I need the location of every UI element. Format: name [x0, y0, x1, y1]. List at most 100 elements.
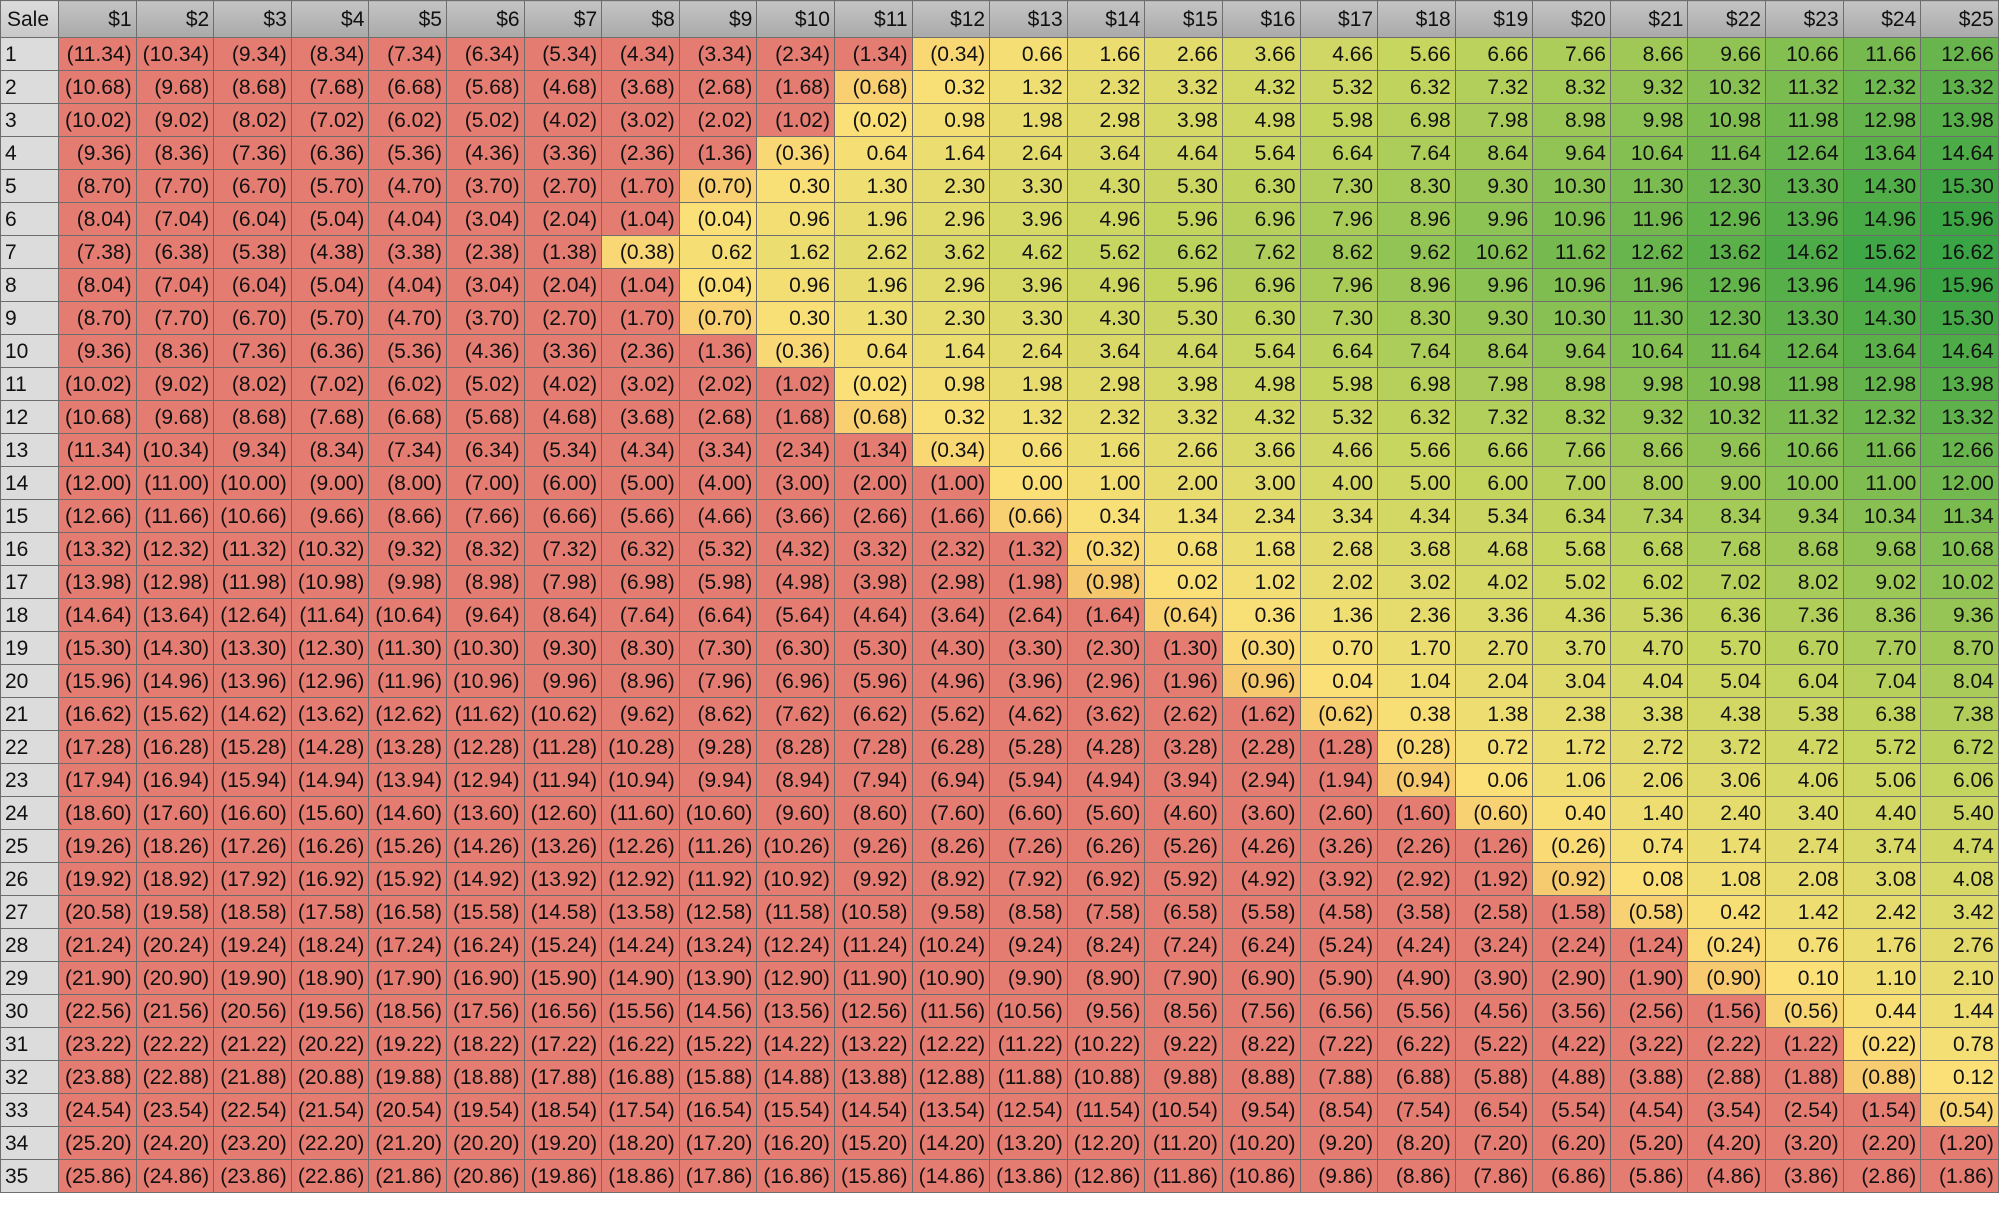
grid-cell[interactable]: 4.66: [1299, 37, 1379, 71]
grid-cell[interactable]: (5.54): [1532, 1093, 1611, 1127]
grid-cell[interactable]: 8.02: [1765, 565, 1844, 599]
grid-cell[interactable]: (1.34): [833, 37, 913, 71]
grid-cell[interactable]: 11.30: [1609, 301, 1689, 335]
grid-cell[interactable]: (2.38): [445, 235, 525, 269]
grid-cell[interactable]: (13.26): [523, 829, 603, 863]
grid-cell[interactable]: (14.30): [135, 631, 215, 665]
grid-cell[interactable]: 10.32: [1687, 400, 1767, 434]
grid-cell[interactable]: (1.68): [756, 400, 835, 434]
grid-cell[interactable]: (7.96): [678, 664, 758, 698]
grid-cell[interactable]: 7.70: [1842, 631, 1922, 665]
grid-cell[interactable]: (1.94): [1299, 763, 1379, 797]
grid-cell[interactable]: 9.34: [1765, 499, 1844, 533]
grid-cell[interactable]: (13.86): [989, 1159, 1068, 1193]
grid-cell[interactable]: 6.36: [1687, 598, 1767, 632]
grid-cell[interactable]: 0.00: [989, 466, 1068, 500]
grid-cell[interactable]: (13.24): [678, 928, 758, 962]
grid-cell[interactable]: (9.02): [135, 367, 215, 401]
grid-cell[interactable]: (2.36): [601, 334, 680, 368]
grid-cell[interactable]: 14.30: [1842, 301, 1922, 335]
grid-cell[interactable]: (5.68): [445, 70, 525, 104]
grid-cell[interactable]: 8.64: [1454, 334, 1534, 368]
grid-cell[interactable]: (4.02): [523, 367, 603, 401]
grid-cell[interactable]: (0.04): [678, 268, 758, 302]
grid-cell[interactable]: (4.26): [1221, 829, 1301, 863]
grid-cell[interactable]: (14.28): [290, 730, 370, 764]
grid-cell[interactable]: (15.26): [368, 829, 447, 863]
grid-cell[interactable]: (0.28): [1377, 730, 1456, 764]
grid-cell[interactable]: (6.62): [833, 697, 913, 731]
grid-cell[interactable]: (5.36): [368, 334, 447, 368]
grid-cell[interactable]: (4.92): [1221, 862, 1301, 896]
grid-cell[interactable]: (7.02): [290, 367, 370, 401]
grid-cell[interactable]: (3.70): [445, 169, 525, 203]
grid-cell[interactable]: (3.98): [833, 565, 913, 599]
grid-cell[interactable]: (8.26): [911, 829, 991, 863]
grid-cell[interactable]: (12.24): [756, 928, 835, 962]
column-header[interactable]: $15: [1144, 0, 1223, 38]
grid-cell[interactable]: (14.86): [911, 1159, 991, 1193]
grid-cell[interactable]: (12.86): [1066, 1159, 1146, 1193]
grid-cell[interactable]: (10.98): [290, 565, 370, 599]
grid-cell[interactable]: (4.66): [678, 499, 758, 533]
grid-cell[interactable]: 9.64: [1532, 136, 1611, 170]
grid-cell[interactable]: (3.26): [1299, 829, 1379, 863]
grid-cell[interactable]: 11.64: [1687, 334, 1767, 368]
grid-cell[interactable]: (11.34): [58, 433, 137, 467]
grid-cell[interactable]: (4.00): [678, 466, 758, 500]
column-header[interactable]: $3: [213, 0, 292, 38]
grid-cell[interactable]: (7.68): [290, 70, 370, 104]
grid-cell[interactable]: 3.36: [1454, 598, 1534, 632]
grid-cell[interactable]: (7.02): [290, 103, 370, 137]
grid-cell[interactable]: (1.34): [833, 433, 913, 467]
grid-cell[interactable]: (3.24): [1454, 928, 1534, 962]
grid-cell[interactable]: (7.70): [135, 301, 215, 335]
grid-cell[interactable]: (9.20): [1299, 1126, 1379, 1160]
column-header[interactable]: $5: [368, 0, 447, 38]
grid-cell[interactable]: 1.32: [989, 70, 1068, 104]
grid-cell[interactable]: 8.36: [1842, 598, 1922, 632]
grid-cell[interactable]: (6.36): [290, 334, 370, 368]
grid-cell[interactable]: (10.32): [290, 532, 370, 566]
grid-cell[interactable]: 3.98: [1144, 367, 1223, 401]
grid-cell[interactable]: (5.60): [1066, 796, 1146, 830]
row-header[interactable]: 19: [0, 631, 59, 665]
grid-cell[interactable]: (4.96): [911, 664, 991, 698]
grid-cell[interactable]: (11.98): [213, 565, 292, 599]
grid-cell[interactable]: (3.02): [601, 367, 680, 401]
grid-cell[interactable]: (3.30): [989, 631, 1068, 665]
grid-cell[interactable]: 5.32: [1299, 400, 1379, 434]
grid-cell[interactable]: 3.04: [1532, 664, 1611, 698]
grid-cell[interactable]: 8.30: [1377, 301, 1456, 335]
grid-cell[interactable]: (12.94): [445, 763, 525, 797]
grid-cell[interactable]: 6.64: [1299, 334, 1379, 368]
grid-cell[interactable]: 0.36: [1221, 598, 1301, 632]
grid-cell[interactable]: (2.98): [911, 565, 991, 599]
grid-cell[interactable]: (7.36): [213, 334, 292, 368]
grid-cell[interactable]: (12.98): [135, 565, 215, 599]
column-header[interactable]: $9: [678, 0, 758, 38]
grid-cell[interactable]: (7.24): [1144, 928, 1223, 962]
grid-cell[interactable]: (14.56): [678, 994, 758, 1028]
grid-cell[interactable]: (8.24): [1066, 928, 1146, 962]
grid-cell[interactable]: (23.20): [213, 1126, 292, 1160]
grid-cell[interactable]: (13.64): [135, 598, 215, 632]
grid-cell[interactable]: (8.58): [989, 895, 1068, 929]
grid-cell[interactable]: 7.30: [1299, 169, 1379, 203]
grid-cell[interactable]: 5.34: [1454, 499, 1534, 533]
grid-cell[interactable]: (9.02): [135, 103, 215, 137]
grid-cell[interactable]: (2.60): [1299, 796, 1379, 830]
grid-cell[interactable]: (6.68): [368, 400, 447, 434]
grid-cell[interactable]: (11.30): [368, 631, 447, 665]
grid-cell[interactable]: 11.62: [1532, 235, 1611, 269]
grid-cell[interactable]: (0.54): [1920, 1093, 1999, 1127]
grid-cell[interactable]: (0.94): [1377, 763, 1456, 797]
grid-cell[interactable]: (7.22): [1299, 1027, 1379, 1061]
row-header[interactable]: 11: [0, 367, 59, 401]
grid-cell[interactable]: 2.64: [989, 334, 1068, 368]
grid-cell[interactable]: (2.58): [1454, 895, 1534, 929]
grid-cell[interactable]: (2.04): [523, 268, 603, 302]
row-header[interactable]: 30: [0, 994, 59, 1028]
grid-cell[interactable]: (3.60): [1221, 796, 1301, 830]
grid-cell[interactable]: (15.54): [756, 1093, 835, 1127]
